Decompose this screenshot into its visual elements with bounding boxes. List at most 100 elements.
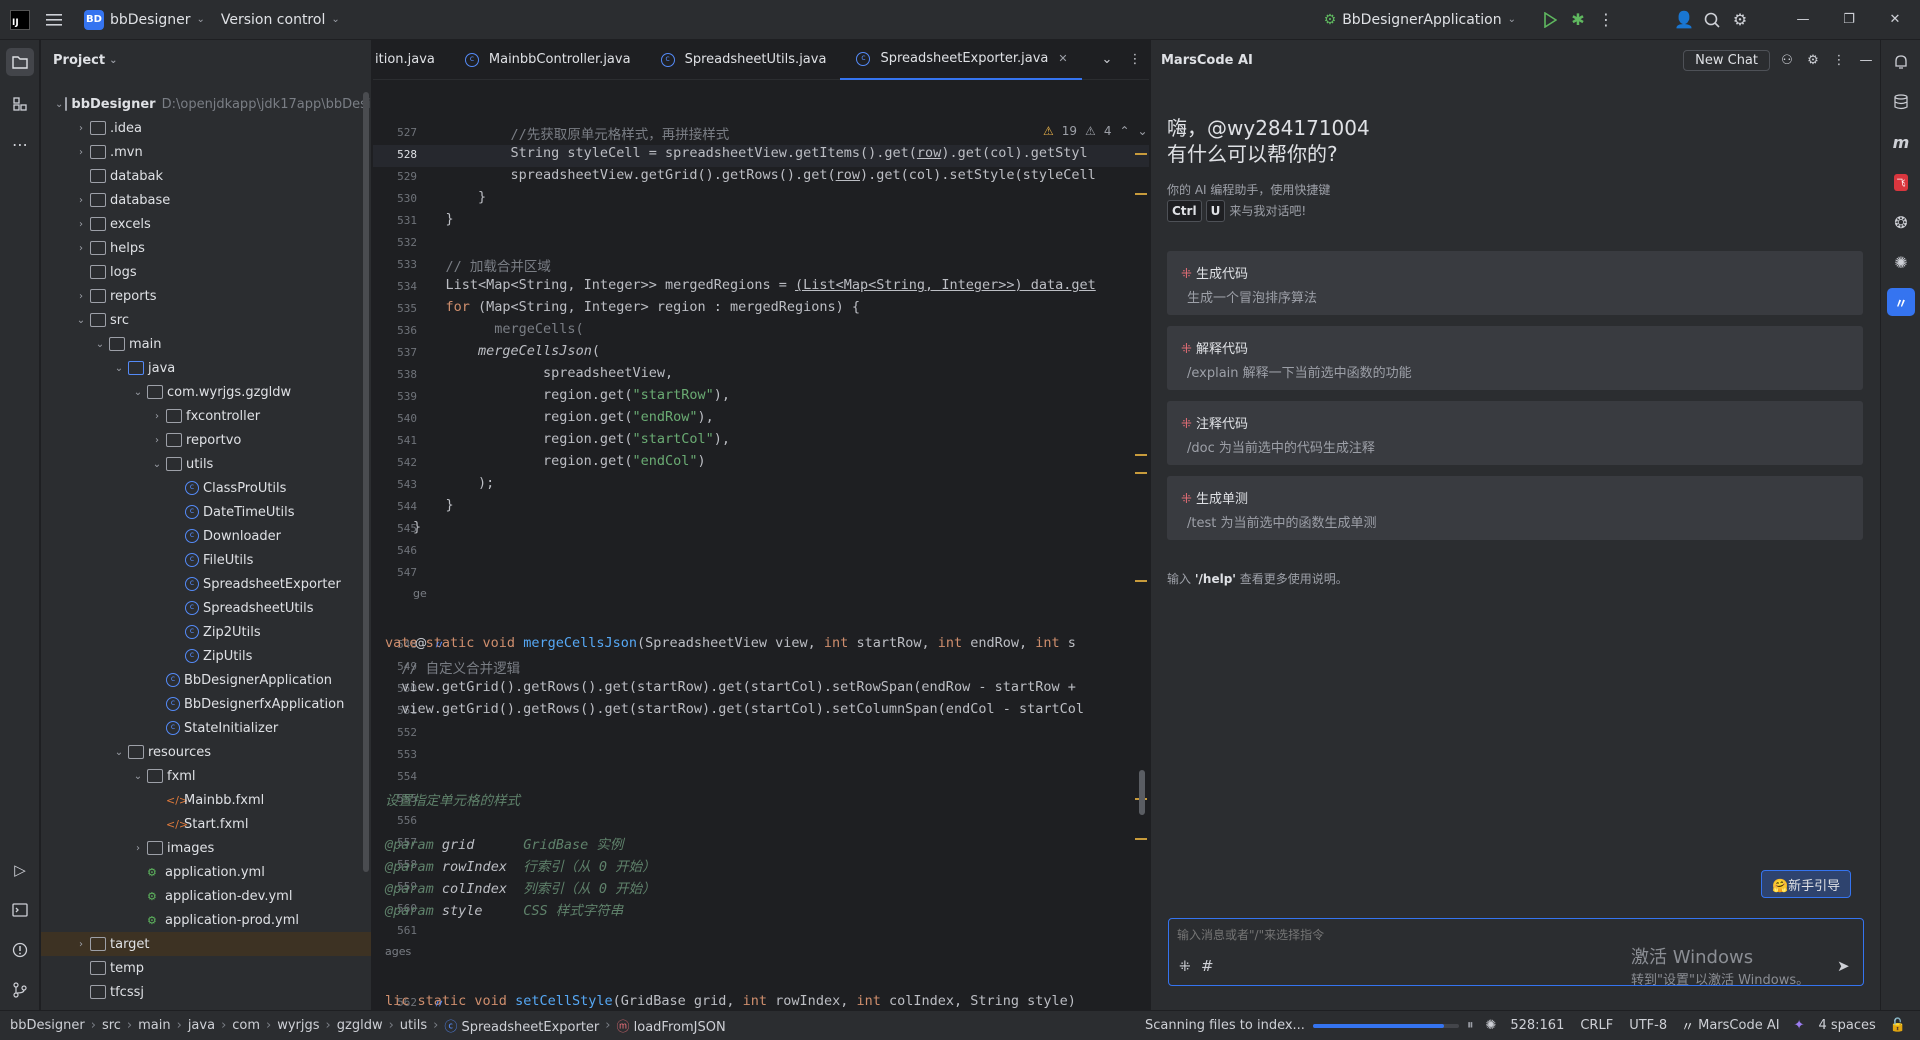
inspection-widget[interactable]: ⚠ 19 ⚠ 4 ⌃ ⌄ bbox=[1039, 124, 1149, 138]
version-control-menu[interactable]: Version control ⌄ bbox=[213, 6, 348, 34]
card-generate-tests[interactable]: ⁜ 生成单测 /test 为当前选中的函数生成单测 bbox=[1167, 476, 1863, 540]
tree-item[interactable]: › reportvo bbox=[41, 428, 371, 452]
tree-item[interactable]: temp bbox=[41, 956, 371, 980]
new-chat-button[interactable]: New Chat bbox=[1683, 49, 1770, 71]
file-encoding[interactable]: UTF-8 bbox=[1629, 1018, 1667, 1033]
services-icon[interactable]: ▷ bbox=[6, 856, 34, 884]
marscode-status[interactable]: MarsCode AI bbox=[1698, 1018, 1779, 1033]
hash-icon[interactable]: # bbox=[1201, 957, 1214, 975]
gutter-implements-icon[interactable]: @ bbox=[415, 636, 427, 650]
expand-arrow-icon[interactable]: › bbox=[150, 411, 164, 422]
expand-arrow-icon[interactable]: › bbox=[74, 123, 88, 134]
notifications-icon[interactable] bbox=[1887, 48, 1915, 76]
tree-item[interactable]: › .mvn bbox=[41, 140, 371, 164]
tree-item[interactable]: › database bbox=[41, 188, 371, 212]
tree-item[interactable]: › helps bbox=[41, 236, 371, 260]
tree-item[interactable]: c ZipUtils bbox=[41, 644, 371, 668]
breadcrumb-item[interactable]: gzgldw bbox=[337, 1018, 383, 1033]
readonly-lock-icon[interactable]: 🔓 bbox=[1890, 1018, 1906, 1033]
chat-input[interactable] bbox=[1177, 925, 1777, 945]
tree-item[interactable]: c SpreadsheetExporter bbox=[41, 572, 371, 596]
tree-item[interactable]: </> Mainbb.fxml bbox=[41, 788, 371, 812]
tree-item[interactable]: c SpreadsheetUtils bbox=[41, 596, 371, 620]
project-selector[interactable]: BD bbDesigner ⌄ bbox=[76, 6, 213, 34]
tree-item[interactable]: tfcssj bbox=[41, 980, 371, 1004]
expand-arrow-icon[interactable]: › bbox=[131, 843, 145, 854]
breadcrumb-item[interactable]: main bbox=[138, 1018, 170, 1033]
expand-arrow-icon[interactable]: ⌄ bbox=[131, 771, 145, 782]
tree-item[interactable]: ⚙ application.yml bbox=[41, 860, 371, 884]
expand-arrow-icon[interactable]: ⌄ bbox=[112, 363, 126, 374]
minimize-icon[interactable]: — bbox=[1780, 6, 1826, 34]
tree-item[interactable]: › target bbox=[41, 932, 371, 956]
expand-arrow-icon[interactable]: › bbox=[74, 939, 88, 950]
copilot-icon[interactable]: ✦ bbox=[1794, 1018, 1805, 1033]
tree-item[interactable]: c BbDesignerApplication bbox=[41, 668, 371, 692]
tree-item[interactable]: c BbDesignerfxApplication bbox=[41, 692, 371, 716]
debug-icon[interactable]: ✱ bbox=[1564, 6, 1592, 34]
send-icon[interactable]: ➤ bbox=[1837, 957, 1850, 975]
search-icon[interactable] bbox=[1698, 6, 1726, 34]
tree-item[interactable]: ⚙ application-prod.yml bbox=[41, 908, 371, 932]
marscode-icon[interactable]: 〃 bbox=[1887, 288, 1915, 316]
ai-assistant-icon[interactable]: ✺ bbox=[1887, 248, 1915, 276]
breadcrumb-item[interactable]: ⓒ SpreadsheetExporter bbox=[444, 1016, 599, 1035]
database-icon[interactable] bbox=[1887, 88, 1915, 116]
tree-item[interactable]: ⌄ resources bbox=[41, 740, 371, 764]
expand-arrow-icon[interactable]: ⌄ bbox=[74, 315, 88, 326]
ai-status-icon[interactable]: ✺ bbox=[1485, 1018, 1496, 1033]
problems-icon[interactable] bbox=[6, 936, 34, 964]
tree-item[interactable]: ⌄ utils bbox=[41, 452, 371, 476]
expand-arrow-icon[interactable]: ⌄ bbox=[112, 747, 126, 758]
next-highlight-icon[interactable]: ⌄ bbox=[1138, 124, 1148, 138]
tree-item[interactable]: › images bbox=[41, 836, 371, 860]
expand-arrow-icon[interactable]: ⌄ bbox=[93, 339, 107, 350]
tree-scrollbar[interactable] bbox=[363, 92, 369, 872]
tree-item[interactable]: › .idea bbox=[41, 116, 371, 140]
tree-item[interactable]: c Downloader bbox=[41, 524, 371, 548]
card-explain-code[interactable]: ⁜ 解释代码 /explain 解释一下当前选中函数的功能 bbox=[1167, 326, 1863, 390]
line-separator[interactable]: CRLF bbox=[1580, 1018, 1613, 1033]
indexing-status[interactable]: Scanning files to index... bbox=[1145, 1018, 1305, 1033]
gutter-marscode-icon[interactable]: 〃 bbox=[433, 995, 445, 1010]
tree-item[interactable]: ⌄ bbDesigner D:\openjdkapp\jdk17app\bbDesi… bbox=[41, 92, 371, 116]
breadcrumb-item[interactable]: utils bbox=[400, 1018, 427, 1033]
project-tool-icon[interactable] bbox=[6, 48, 34, 76]
sparkle-icon[interactable]: ⁜ bbox=[1179, 959, 1191, 975]
terminal-icon[interactable] bbox=[6, 896, 34, 924]
tab-spreadsheetutils-java[interactable]: c SpreadsheetUtils.java bbox=[645, 40, 841, 80]
expand-arrow-icon[interactable]: › bbox=[150, 435, 164, 446]
tree-item[interactable]: ⌄ com.wyrjgs.gzgldw bbox=[41, 380, 371, 404]
project-panel-header[interactable]: Project ⌄ bbox=[41, 40, 371, 80]
tab-condition-java[interactable]: ition.java bbox=[373, 40, 449, 80]
tree-item[interactable]: ⌄ java bbox=[41, 356, 371, 380]
tree-item[interactable]: ⌄ src bbox=[41, 308, 371, 332]
caret-position[interactable]: 528:161 bbox=[1510, 1018, 1564, 1033]
more-tools-icon[interactable]: ⋯ bbox=[6, 130, 34, 158]
expand-arrow-icon[interactable]: ⌄ bbox=[131, 387, 145, 398]
breadcrumb-item[interactable]: wyrjgs bbox=[277, 1018, 319, 1033]
tree-item[interactable]: logs bbox=[41, 260, 371, 284]
tree-item[interactable]: c StateInitializer bbox=[41, 716, 371, 740]
restore-icon[interactable]: ❐ bbox=[1826, 6, 1872, 34]
tab-mainbbcontroller-java[interactable]: c MainbbController.java bbox=[449, 40, 645, 80]
more-actions-icon[interactable]: ⋮ bbox=[1592, 6, 1620, 34]
tree-item[interactable]: c Zip2Utils bbox=[41, 620, 371, 644]
git-icon[interactable] bbox=[6, 976, 34, 1004]
ai-more-icon[interactable]: ⋮ bbox=[1826, 53, 1852, 68]
expand-arrow-icon[interactable]: › bbox=[74, 195, 88, 206]
tab-more-icon[interactable]: ⋮ bbox=[1121, 52, 1149, 67]
guide-button[interactable]: 🤗新手引导 bbox=[1761, 870, 1852, 898]
indent-setting[interactable]: 4 spaces bbox=[1818, 1018, 1875, 1033]
main-menu-icon[interactable] bbox=[40, 6, 68, 34]
gutter-marscode-icon[interactable]: 〃 bbox=[433, 636, 445, 653]
close-window-icon[interactable]: ✕ bbox=[1872, 6, 1918, 34]
card-generate-code[interactable]: ⁜ 生成代码 生成一个冒泡排序算法 bbox=[1167, 251, 1863, 315]
breadcrumb-item[interactable]: java bbox=[188, 1018, 215, 1033]
settings-icon[interactable]: ⚙ bbox=[1726, 6, 1754, 34]
breadcrumb-item[interactable]: bbDesigner bbox=[10, 1018, 85, 1033]
expand-arrow-icon[interactable]: ⌄ bbox=[55, 99, 63, 110]
breadcrumb-item[interactable]: com bbox=[232, 1018, 260, 1033]
tab-list-chevron-icon[interactable]: ⌄ bbox=[1093, 52, 1121, 67]
openai-icon[interactable]: ❂ bbox=[1887, 208, 1915, 236]
